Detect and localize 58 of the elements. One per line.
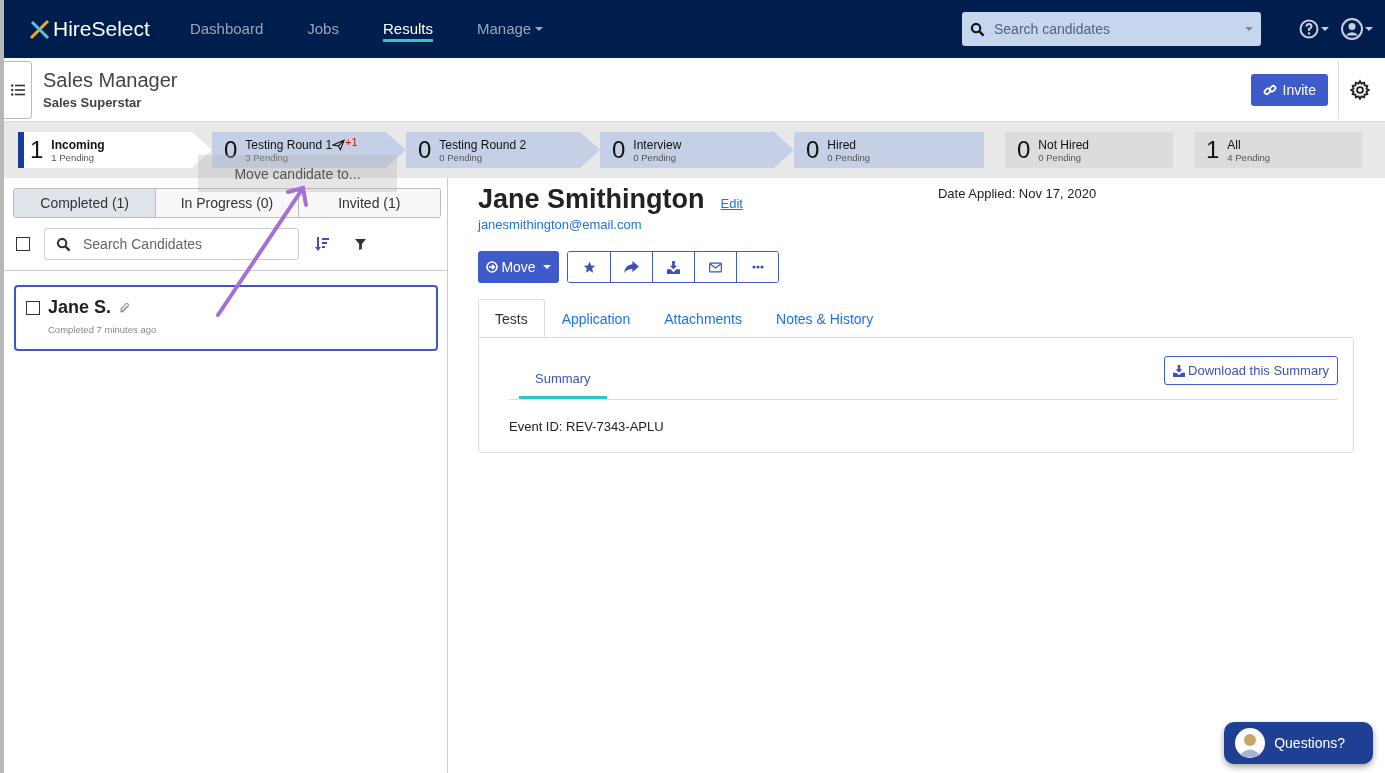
caret-icon	[1245, 27, 1253, 31]
menu-icon	[10, 83, 25, 96]
candidate-name: Jane Smithington	[478, 184, 705, 215]
brand-name[interactable]: HireSelect	[53, 17, 150, 41]
filter-tab[interactable]: Invited (1)	[297, 189, 440, 217]
nav-link[interactable]: Manage	[477, 16, 544, 42]
share-arrow-icon	[624, 260, 639, 274]
event-id: Event ID: REV-7343-APLU	[509, 419, 665, 434]
detail-tab[interactable]: Notes & History	[759, 299, 891, 337]
job-title: Sales Manager	[43, 69, 178, 92]
search-icon	[56, 237, 71, 252]
search-field[interactable]: Search candidates	[962, 12, 1261, 46]
envelope-icon	[709, 261, 722, 273]
candidate-status: Completed 7 minutes ago	[48, 324, 158, 335]
download-icon	[667, 260, 680, 274]
candidate-card[interactable]: Jane S. Completed 7 minutes ago	[14, 285, 438, 351]
nav-link[interactable]: Dashboard	[189, 16, 264, 42]
count-label: +1	[345, 135, 358, 148]
detail-tab[interactable]: Tests	[478, 299, 545, 337]
menu-button[interactable]	[4, 60, 32, 119]
caret-icon	[542, 265, 551, 269]
download-icon	[1173, 364, 1186, 377]
summary-tab[interactable]: Summary	[519, 356, 607, 399]
filter-tab[interactable]: In Progress (0)	[155, 189, 298, 217]
email-link[interactable]: janesmithington@email.com	[478, 217, 642, 232]
sort-icon[interactable]	[315, 236, 329, 252]
move-button[interactable]: Move	[478, 251, 559, 283]
arrow-circle-icon	[486, 261, 499, 273]
candidate-name: Jane S.	[48, 297, 112, 318]
settings-icon[interactable]	[1349, 78, 1371, 101]
link-icon	[1262, 82, 1277, 97]
invite-button[interactable]: Invite	[1250, 73, 1328, 106]
questions-button[interactable]: Questions?	[1224, 722, 1373, 764]
detail-tab[interactable]: Application	[544, 299, 648, 337]
pipeline-stage[interactable]: 0 Testing Round 1 +1 3 Pending	[212, 132, 406, 168]
ellipsis-icon	[751, 265, 764, 269]
help-icon[interactable]	[1299, 19, 1319, 39]
star-icon	[582, 260, 596, 274]
candidate-checkbox[interactable]	[26, 300, 40, 315]
filter-icon[interactable]	[355, 238, 366, 250]
edit-link[interactable]: Edit	[720, 196, 743, 211]
avatar-icon	[1235, 728, 1266, 758]
filter-tab[interactable]: Completed (1)	[14, 189, 156, 217]
logo-icon	[28, 17, 52, 41]
more-button[interactable]	[736, 252, 778, 282]
select-all-checkbox[interactable]	[16, 237, 30, 251]
detail-tab[interactable]: Attachments	[647, 299, 759, 337]
caret-icon	[1321, 27, 1329, 31]
nav-link[interactable]: Results	[382, 16, 433, 42]
nav-link[interactable]: Jobs	[307, 16, 339, 42]
job-subtitle: Sales Superstar	[43, 95, 143, 110]
caret-icon	[1365, 27, 1373, 31]
paper-plane-icon	[332, 138, 346, 151]
user-icon[interactable]	[1341, 18, 1363, 40]
date-applied: Date Applied: Nov 17, 2020	[937, 186, 1097, 203]
search-field[interactable]: Search Candidates	[44, 228, 299, 260]
search-icon	[970, 22, 985, 37]
download-summary-button[interactable]: Download this Summary	[1164, 356, 1338, 385]
